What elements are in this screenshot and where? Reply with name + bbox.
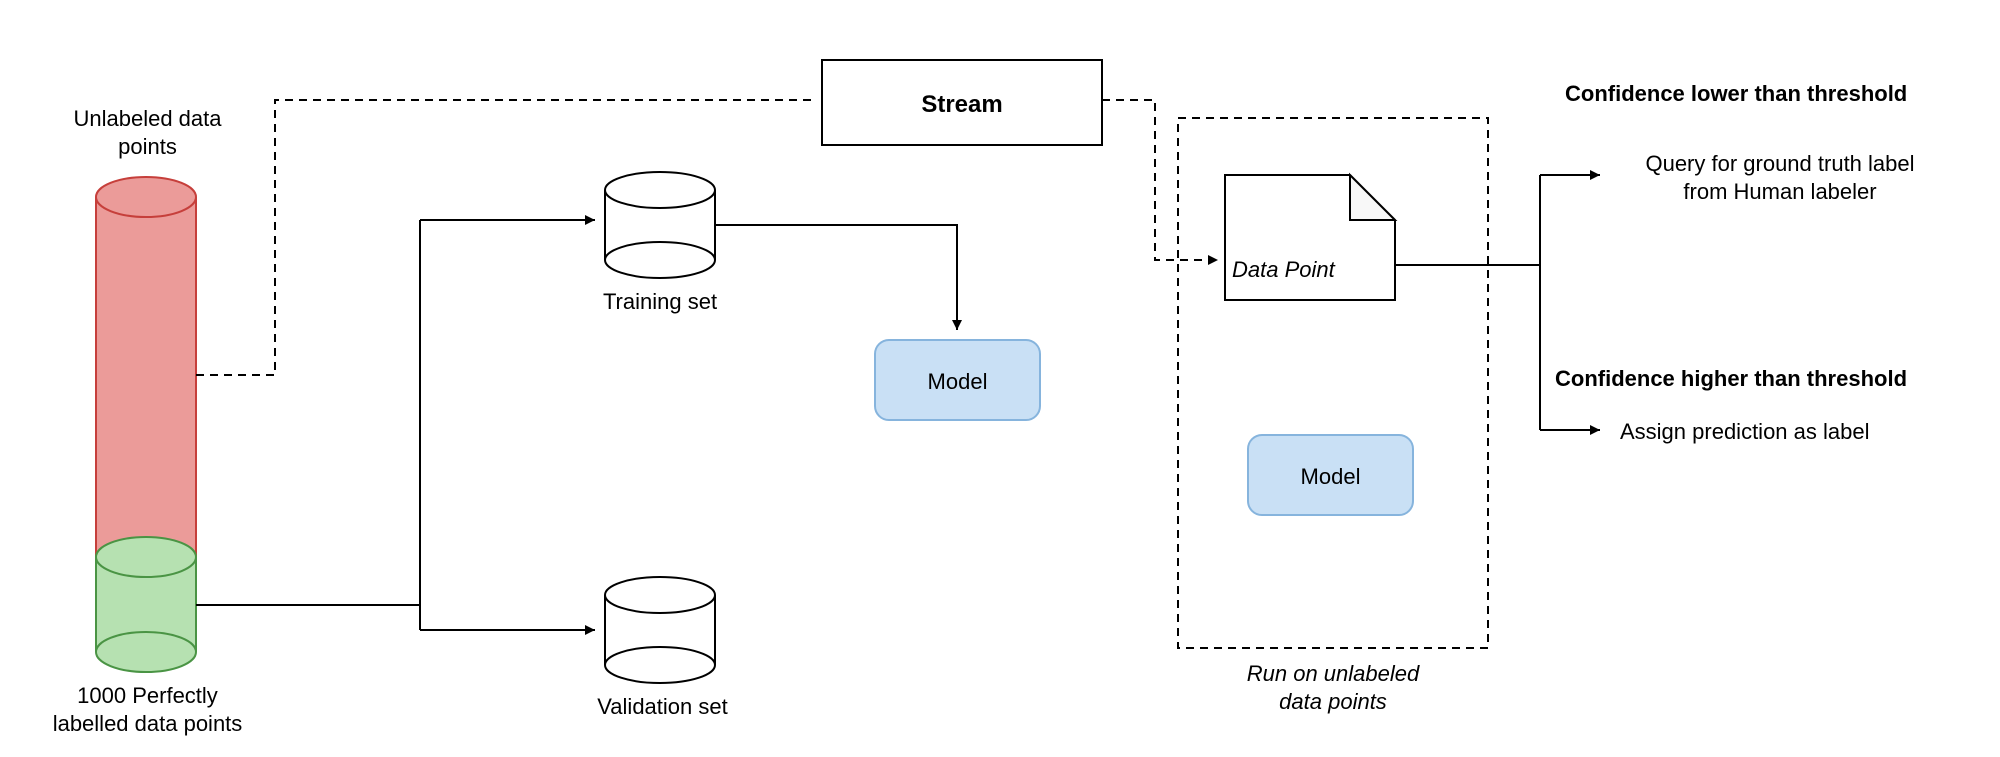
conf-low-title: Confidence lower than threshold [1565,80,1965,108]
cylinder-training [605,172,715,278]
conf-high-title: Confidence higher than threshold [1555,365,1975,393]
conf-low-sub: Query for ground truth labelfrom Human l… [1620,150,1940,205]
stream-label: Stream [822,90,1102,120]
cylinder-unlabeled [96,177,196,577]
validation-set-label: Validation set [585,693,740,721]
training-set-label: Training set [590,288,730,316]
cylinder-labeled [96,537,196,672]
model-bottom-label: Model [1248,463,1413,491]
data-point-label: Data Point [1232,256,1357,284]
labeled-title: 1000 Perfectlylabelled data points [40,682,255,737]
conf-high-sub: Assign prediction as label [1620,418,1940,446]
unlabeled-title: Unlabeled datapoints [60,105,235,160]
cylinder-validation [605,577,715,683]
model-top-label: Model [875,368,1040,396]
run-caption: Run on unlabeleddata points [1218,660,1448,715]
